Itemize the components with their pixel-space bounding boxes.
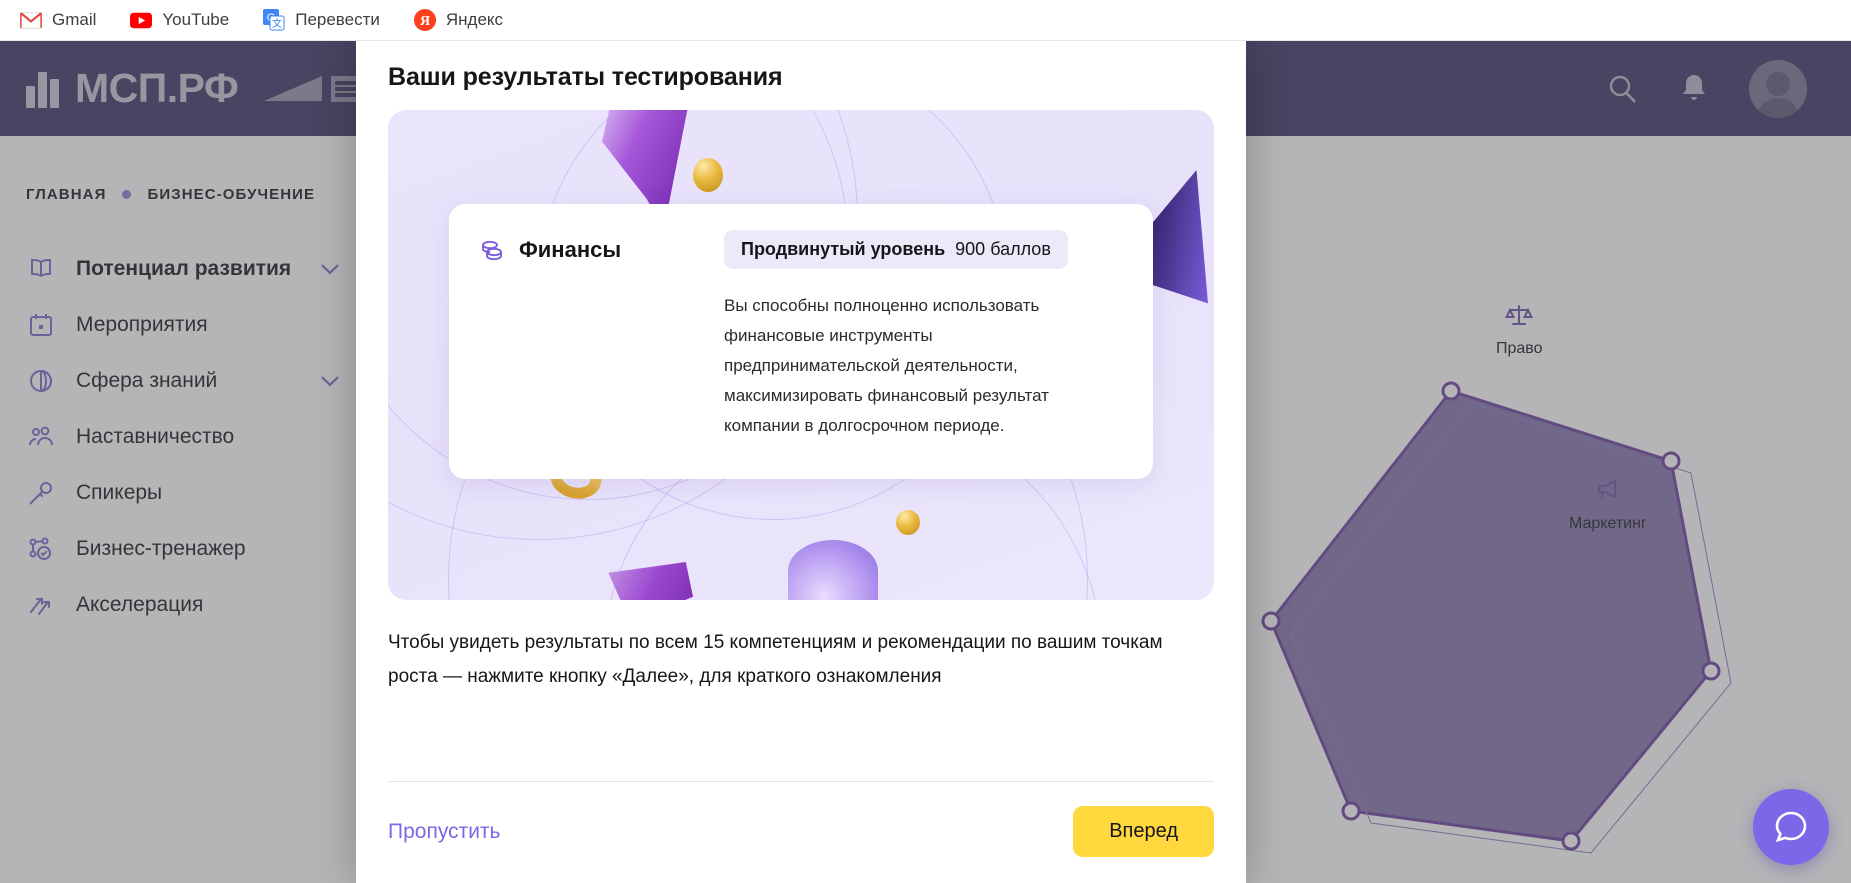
chat-bubble-icon[interactable] bbox=[1753, 789, 1829, 865]
youtube-icon bbox=[130, 9, 153, 31]
svg-text:文: 文 bbox=[272, 17, 282, 30]
bookmark-label: Яндекс bbox=[445, 10, 504, 29]
google-translate-icon: G 文 bbox=[263, 9, 285, 31]
decorative-gold-sphere bbox=[896, 510, 920, 535]
bookmark-translate[interactable]: G 文 Перевести bbox=[263, 9, 380, 31]
bookmark-yandex[interactable]: Я Яндекс bbox=[413, 9, 504, 31]
skip-button[interactable]: Пропустить bbox=[388, 820, 501, 844]
competency-description: Вы способны полноценно использовать фина… bbox=[724, 296, 1049, 435]
bookmark-youtube[interactable]: YouTube bbox=[130, 9, 229, 31]
svg-text:Я: Я bbox=[420, 14, 430, 29]
modal-title: Ваши результаты тестирования bbox=[388, 63, 783, 91]
level-badge: Продвинутый уровень 900 баллов bbox=[724, 230, 1068, 269]
score-text: 900 баллов bbox=[955, 239, 1051, 259]
competency-name: Финансы bbox=[519, 236, 622, 262]
modal-footer: Пропустить Вперед bbox=[388, 781, 1214, 883]
competency-card-header: Финансы Продвинутый уровень 900 баллов bbox=[479, 230, 1123, 269]
bookmark-label: Перевести bbox=[295, 10, 380, 29]
coins-icon bbox=[479, 237, 505, 263]
decorative-gold-sphere bbox=[693, 158, 723, 192]
modal-note: Чтобы увидеть результаты по всем 15 комп… bbox=[388, 632, 1163, 687]
gmail-icon bbox=[20, 9, 42, 31]
competency-result-card: Финансы Продвинутый уровень 900 баллов В… bbox=[449, 204, 1153, 479]
decorative-blob-shape bbox=[788, 540, 878, 600]
next-button[interactable]: Вперед bbox=[1073, 806, 1214, 857]
bookmark-gmail[interactable]: Gmail bbox=[20, 9, 96, 31]
browser-bookmarks-bar: Gmail YouTube G 文 Перевести Я bbox=[0, 0, 1851, 41]
results-hero-illustration: Финансы Продвинутый уровень 900 баллов В… bbox=[388, 110, 1214, 600]
bookmark-label: Gmail bbox=[52, 10, 97, 29]
level-text: Продвинутый уровень bbox=[741, 239, 946, 259]
yandex-icon: Я bbox=[413, 9, 436, 31]
competency-category: Финансы bbox=[479, 237, 724, 263]
test-results-modal: Ваши результаты тестирования Финансы Про… bbox=[356, 41, 1246, 883]
bookmark-label: YouTube bbox=[162, 10, 230, 29]
